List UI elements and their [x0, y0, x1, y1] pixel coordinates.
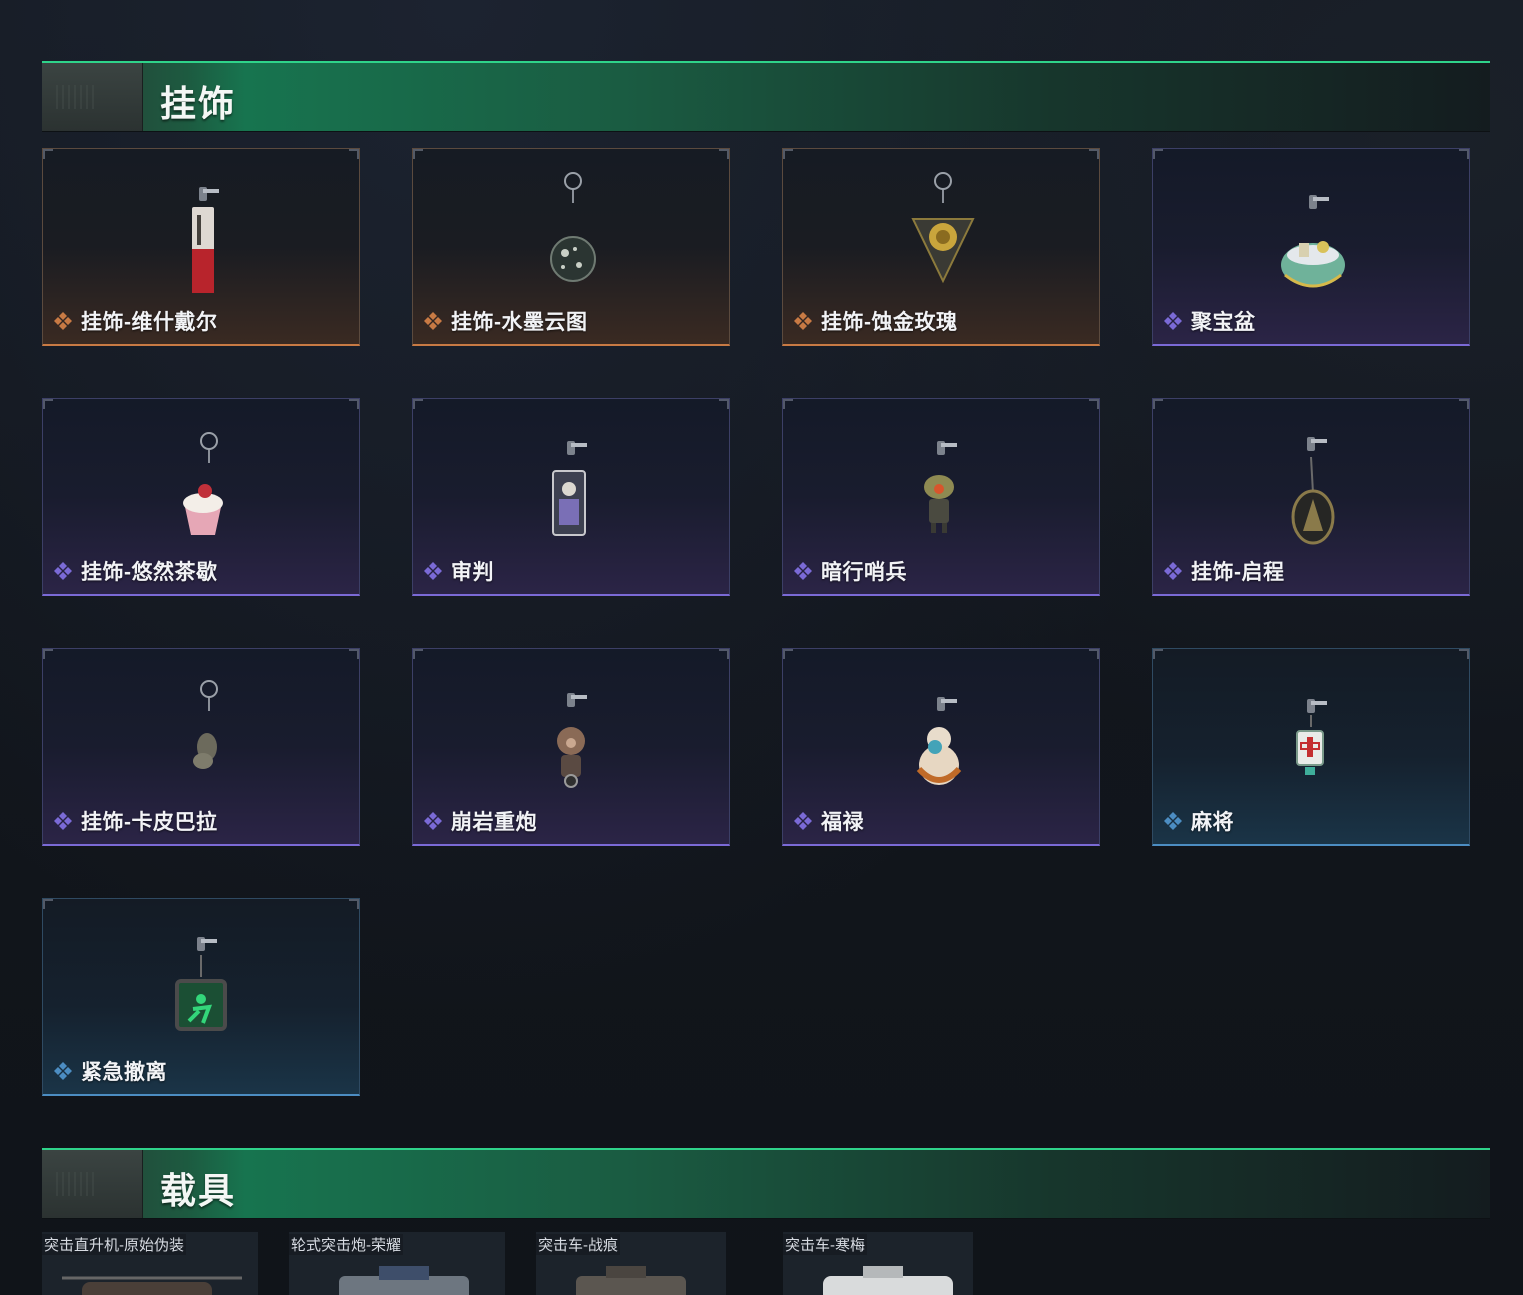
purple-diamond-icon — [793, 561, 813, 581]
charm-image — [1291, 437, 1335, 545]
charm-name: 福禄 — [821, 811, 864, 834]
charm-image — [911, 172, 975, 284]
charm-card[interactable]: 挂饰-启程 — [1152, 398, 1470, 596]
charm-label: 挂饰-水墨云图 — [423, 306, 588, 336]
purple-diamond-icon — [1163, 311, 1183, 331]
orange-diamond-icon — [53, 311, 73, 331]
charm-name: 挂饰-启程 — [1191, 561, 1285, 584]
charm-card[interactable]: 挂饰-维什戴尔 — [42, 148, 360, 346]
charms-section-header: 挂饰 — [42, 61, 1490, 131]
charm-name: 紧急撤离 — [81, 1061, 167, 1084]
charm-card[interactable]: 挂饰-水墨云图 — [412, 148, 730, 346]
charm-card[interactable]: 挂饰-蚀金玫瑰 — [782, 148, 1100, 346]
charm-card[interactable]: 审判 — [412, 398, 730, 596]
charm-label: 暗行哨兵 — [793, 556, 907, 586]
header-stub-decoration — [42, 1150, 143, 1218]
charm-image — [175, 937, 227, 1031]
charm-name: 挂饰-悠然茶歇 — [81, 561, 218, 584]
charm-name: 暗行哨兵 — [821, 561, 907, 584]
charm-card[interactable]: 紧急撤离 — [42, 898, 360, 1096]
charm-name: 挂饰-蚀金玫瑰 — [821, 311, 958, 334]
charm-image — [183, 432, 223, 535]
charm-name: 崩岩重炮 — [451, 811, 537, 834]
purple-diamond-icon — [1163, 561, 1183, 581]
vehicle-name: 突击车-寒梅 — [783, 1234, 867, 1255]
vehicle-card[interactable]: 突击直升机-原始伪装 — [42, 1232, 258, 1295]
charm-label: 审判 — [423, 556, 494, 586]
vehicle-name: 轮式突击炮-荣耀 — [289, 1234, 403, 1255]
charm-name: 挂饰-维什戴尔 — [81, 311, 218, 334]
charm-label: 挂饰-蚀金玫瑰 — [793, 306, 958, 336]
header-stub-decoration — [42, 63, 143, 131]
charm-card[interactable]: 崩岩重炮 — [412, 648, 730, 846]
charm-card[interactable]: 麻将 — [1152, 648, 1470, 846]
charm-card[interactable]: 挂饰-悠然茶歇 — [42, 398, 360, 596]
section-title: 挂饰 — [160, 83, 237, 124]
charm-image — [192, 187, 219, 293]
charm-image — [924, 441, 957, 533]
purple-diamond-icon — [423, 561, 443, 581]
charm-name: 挂饰-水墨云图 — [451, 311, 588, 334]
charm-name: 聚宝盆 — [1191, 311, 1256, 334]
charm-image — [916, 697, 962, 785]
vehicle-name: 突击直升机-原始伪装 — [42, 1234, 186, 1255]
charm-label: 紧急撤离 — [53, 1056, 167, 1086]
charm-label: 麻将 — [1163, 806, 1234, 836]
vehicle-card[interactable]: 突击车-战痕 — [536, 1232, 726, 1295]
orange-diamond-icon — [793, 311, 813, 331]
orange-diamond-icon — [423, 311, 443, 331]
charm-name: 挂饰-卡皮巴拉 — [81, 811, 218, 834]
charm-label: 福禄 — [793, 806, 864, 836]
charm-image — [1296, 699, 1327, 775]
charm-card[interactable]: 聚宝盆 — [1152, 148, 1470, 346]
vehicle-card[interactable]: 轮式突击炮-荣耀 — [289, 1232, 505, 1295]
purple-diamond-icon — [53, 561, 73, 581]
charm-label: 聚宝盆 — [1163, 306, 1256, 336]
charm-card[interactable]: 福禄 — [782, 648, 1100, 846]
blue-diamond-icon — [1163, 811, 1183, 831]
charm-label: 挂饰-悠然茶歇 — [53, 556, 218, 586]
vehicles-section-header: 载具 — [42, 1148, 1490, 1218]
charm-image — [193, 680, 218, 769]
charm-label: 崩岩重炮 — [423, 806, 537, 836]
charm-image — [550, 172, 596, 282]
vehicle-name: 突击车-战痕 — [536, 1234, 620, 1255]
charm-card[interactable]: 挂饰-卡皮巴拉 — [42, 648, 360, 846]
charm-image — [557, 693, 587, 788]
charm-label: 挂饰-维什戴尔 — [53, 306, 218, 336]
charm-label: 挂饰-卡皮巴拉 — [53, 806, 218, 836]
charm-card[interactable]: 暗行哨兵 — [782, 398, 1100, 596]
purple-diamond-icon — [53, 811, 73, 831]
vehicle-card[interactable]: 突击车-寒梅 — [783, 1232, 973, 1295]
blue-diamond-icon — [53, 1061, 73, 1081]
purple-diamond-icon — [423, 811, 443, 831]
purple-diamond-icon — [793, 811, 813, 831]
charm-name: 麻将 — [1191, 811, 1234, 834]
charm-image — [552, 441, 587, 536]
charm-image — [1281, 195, 1345, 288]
section-title: 载具 — [160, 1170, 237, 1211]
charm-name: 审判 — [451, 561, 494, 584]
charm-label: 挂饰-启程 — [1163, 556, 1285, 586]
